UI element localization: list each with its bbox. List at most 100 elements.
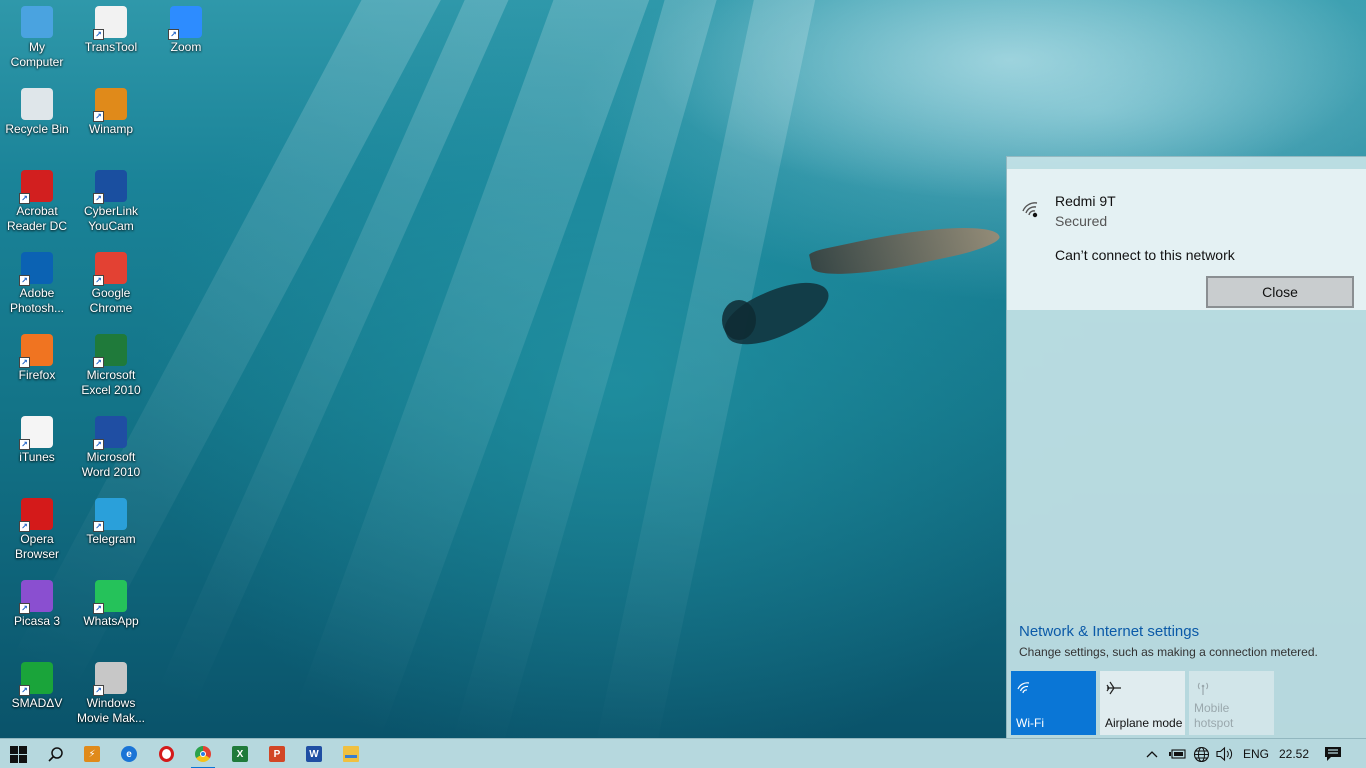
chrome-icon — [195, 746, 211, 762]
desktop-icon-label: iTunes — [19, 450, 55, 464]
taskbar-chrome[interactable] — [185, 739, 221, 768]
transtool-icon: ↗ — [93, 6, 127, 40]
desktop-icon-label: Browser — [14, 547, 59, 561]
taskbar-opera[interactable] — [148, 739, 184, 768]
desktop-icon-transtool[interactable]: ↗ TransTool — [74, 6, 148, 55]
desktop-icon-label: Adobe — [19, 286, 55, 300]
notification-icon — [1325, 747, 1341, 761]
desktop-icon-recycle-bin[interactable]: Recycle Bin — [0, 88, 74, 137]
desktop-icon-whatsapp[interactable]: ↗ WhatsApp — [74, 580, 148, 629]
start-button[interactable] — [0, 739, 36, 768]
desktop-icon-label: SMADΔV — [11, 696, 63, 710]
network-tray-button[interactable] — [1193, 739, 1210, 768]
taskbar-file-explorer[interactable] — [333, 739, 369, 768]
desktop-icon-label: Telegram — [86, 532, 136, 546]
desktop-icon-label: Excel 2010 — [81, 383, 141, 397]
file-explorer-icon — [343, 746, 359, 762]
desktop-icon-label: Word 2010 — [81, 465, 141, 479]
airplane-mode-toggle[interactable]: Airplane mode — [1100, 671, 1185, 735]
shortcut-arrow-icon: ↗ — [93, 685, 104, 696]
taskbar-winamp[interactable]: ⚡ — [74, 739, 110, 768]
desktop-icon-youcam[interactable]: ↗ CyberLink YouCam — [74, 170, 148, 234]
swimmer-head — [722, 300, 756, 340]
desktop-icon-label: Opera — [20, 532, 54, 546]
word-icon: ↗ — [93, 416, 127, 450]
zoom-icon: ↗ — [168, 6, 202, 40]
shortcut-arrow-icon: ↗ — [168, 29, 179, 40]
network-name: Redmi 9T — [1055, 193, 1116, 209]
winamp-icon: ↗ — [93, 88, 127, 122]
desktop-icon-label: Recycle Bin — [5, 122, 69, 136]
search-icon — [47, 746, 63, 762]
shortcut-arrow-icon: ↗ — [19, 275, 30, 286]
desktop-icon-chrome[interactable]: ↗ Google Chrome — [74, 252, 148, 316]
desktop-icon-itunes[interactable]: ↗ iTunes — [0, 416, 74, 465]
action-center-button[interactable] — [1324, 739, 1342, 768]
taskbar-word[interactable]: W — [296, 739, 332, 768]
desktop-icon-label: CyberLink — [83, 204, 139, 218]
speaker-icon — [1216, 746, 1233, 762]
desktop-icon-word[interactable]: ↗ Microsoft Word 2010 — [74, 416, 148, 480]
desktop-icon-excel[interactable]: ↗ Microsoft Excel 2010 — [74, 334, 148, 398]
language-indicator[interactable]: ENG — [1243, 739, 1269, 768]
picasa-icon: ↗ — [19, 580, 53, 614]
close-button[interactable]: Close — [1206, 276, 1354, 308]
network-settings-link[interactable]: Network & Internet settings — [1019, 623, 1199, 640]
desktop-icon-firefox[interactable]: ↗ Firefox — [0, 334, 74, 383]
wifi-toggle-label: Wi-Fi — [1016, 716, 1044, 730]
show-hidden-icons-button[interactable] — [1146, 739, 1158, 768]
volume-tray-button[interactable] — [1216, 739, 1234, 768]
desktop-icon-movie-maker[interactable]: ↗ Windows Movie Mak... — [74, 662, 148, 726]
recycle-bin-icon — [21, 88, 53, 120]
itunes-icon: ↗ — [19, 416, 53, 450]
desktop-icon-label: Microsoft — [86, 368, 136, 382]
desktop-icon-label: Computer — [10, 55, 64, 69]
shortcut-arrow-icon: ↗ — [19, 603, 30, 614]
desktop-icon-smadav[interactable]: ↗ SMADΔV — [0, 662, 74, 711]
desktop-icon-computer[interactable]: My Computer — [0, 6, 74, 70]
shortcut-arrow-icon: ↗ — [93, 357, 104, 368]
desktop-icon-label: WhatsApp — [83, 614, 139, 628]
taskbar-edge[interactable]: e — [111, 739, 147, 768]
desktop-icon-label: Winamp — [88, 122, 133, 136]
taskbar: ⚡ e X P W ENG 22.52 — [0, 738, 1366, 768]
desktop-icon-zoom[interactable]: ↗ Zoom — [149, 6, 223, 55]
airplane-mode-label: Airplane mode — [1105, 716, 1183, 730]
whatsapp-icon: ↗ — [93, 580, 127, 614]
network-card-redmi[interactable]: Redmi 9T Secured Can’t connect to this n… — [1007, 169, 1366, 310]
network-settings-description: Change settings, such as making a connec… — [1019, 645, 1318, 659]
winamp-icon: ⚡ — [84, 746, 100, 762]
desktop-icon-label: Reader DC — [6, 219, 68, 233]
desktop-icon-acrobat[interactable]: ↗ Acrobat Reader DC — [0, 170, 74, 234]
desktop-icon-telegram[interactable]: ↗ Telegram — [74, 498, 148, 547]
mobile-hotspot-toggle[interactable]: Mobile hotspot — [1189, 671, 1274, 735]
swimmer-fin — [808, 212, 1002, 286]
desktop-icon-label: Google — [91, 286, 131, 300]
mobile-hotspot-label: Mobile hotspot — [1194, 701, 1234, 730]
acrobat-icon: ↗ — [19, 170, 53, 204]
smadav-icon: ↗ — [19, 662, 53, 696]
telegram-icon: ↗ — [93, 498, 127, 532]
excel-icon: ↗ — [93, 334, 127, 368]
taskbar-excel[interactable]: X — [222, 739, 258, 768]
chrome-icon: ↗ — [93, 252, 127, 286]
clock[interactable]: 22.52 — [1279, 739, 1309, 768]
computer-icon — [21, 6, 53, 38]
globe-icon — [1193, 746, 1210, 762]
desktop-icon-picasa[interactable]: ↗ Picasa 3 — [0, 580, 74, 629]
wifi-toggle[interactable]: Wi-Fi — [1011, 671, 1096, 735]
taskbar-powerpoint[interactable]: P — [259, 739, 295, 768]
desktop-icon-label: My — [29, 40, 45, 54]
shortcut-arrow-icon: ↗ — [93, 603, 104, 614]
desktop-icon-opera[interactable]: ↗ Opera Browser — [0, 498, 74, 562]
desktop-icon-photoshop[interactable]: ↗ Adobe Photosh... — [0, 252, 74, 316]
shortcut-arrow-icon: ↗ — [93, 29, 104, 40]
desktop-icon-label: Movie Mak... — [76, 711, 145, 725]
search-button[interactable] — [37, 739, 73, 768]
battery-tray-button[interactable] — [1169, 739, 1187, 768]
powerpoint-icon: P — [269, 746, 285, 762]
desktop-icon-label: Picasa 3 — [13, 614, 61, 628]
desktop-icon-winamp[interactable]: ↗ Winamp — [74, 88, 148, 137]
shortcut-arrow-icon: ↗ — [93, 111, 104, 122]
opera-icon — [158, 746, 174, 762]
